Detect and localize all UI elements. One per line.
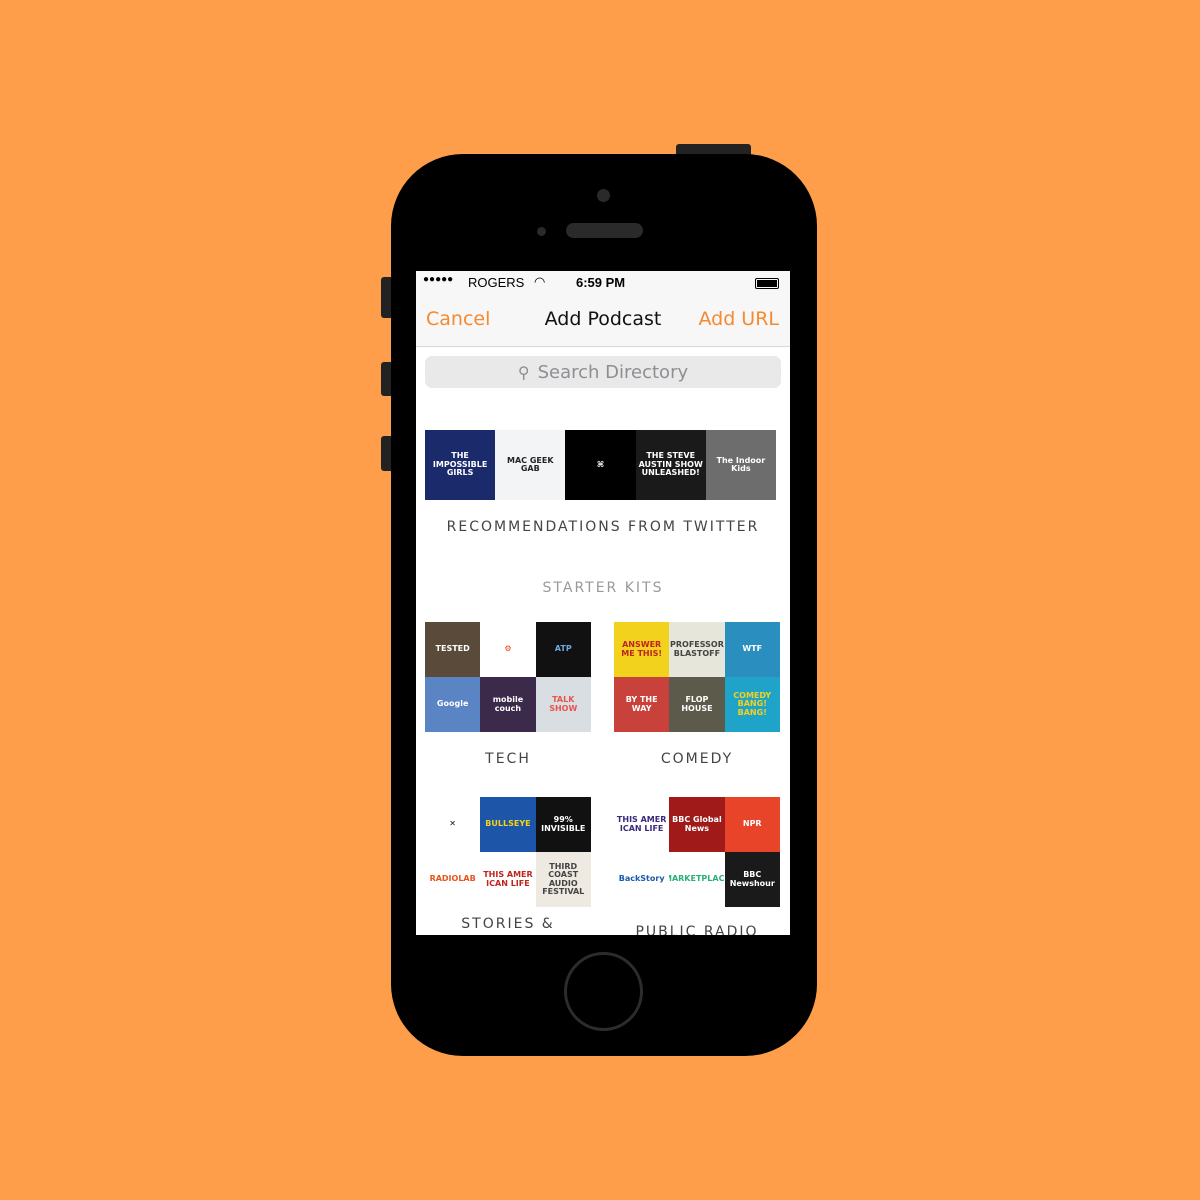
podcast-artwork[interactable]: BY THE WAY	[614, 677, 670, 732]
recommendations-label[interactable]: RECOMMENDATIONS FROM TWITTER	[416, 519, 790, 535]
search-placeholder: Search Directory	[537, 361, 689, 383]
podcast-artwork[interactable]: RADIOLAB	[425, 852, 481, 907]
add-url-button[interactable]: Add URL	[698, 308, 779, 330]
search-icon: ⚲	[517, 362, 530, 382]
podcast-artwork[interactable]: MAC GEEK GAB	[495, 430, 566, 500]
starter-kit-comedy[interactable]: ANSWER ME THIS! PROFESSOR BLASTOFF WTF BY T…	[614, 622, 780, 732]
podcast-artwork[interactable]: WTF	[724, 622, 780, 677]
podcast-artwork[interactable]: BackStory	[614, 852, 670, 907]
carrier: ROGERS	[468, 275, 525, 290]
starter-kit-tech[interactable]: TESTED ⚙ ATP Google mobile couch TALK SHOW	[425, 622, 591, 732]
starter-kits-heading: STARTER KITS	[542, 580, 664, 596]
podcast-artwork[interactable]: mobile couch	[480, 677, 536, 732]
starter-kit-label[interactable]: PUBLIC RADIO	[614, 924, 780, 935]
podcast-artwork[interactable]: BBC Newshour	[724, 852, 780, 907]
podcast-artwork[interactable]: THE IMPOSSIBLE GIRLS	[425, 430, 496, 500]
podcast-artwork[interactable]: ⌘	[565, 430, 636, 500]
podcast-artwork[interactable]: TESTED	[425, 622, 481, 677]
search-input[interactable]: ⚲ Search Directory	[425, 356, 781, 388]
recommendations-strip[interactable]: THE IMPOSSIBLE GIRLS MAC GEEK GAB ⌘ THE STE…	[425, 430, 776, 500]
podcast-artwork[interactable]: NPR	[724, 797, 780, 852]
podcast-artwork[interactable]: ATP	[535, 622, 591, 677]
clock: 6:59 PM	[576, 275, 626, 290]
podcast-artwork[interactable]: MARKETPLACE	[669, 852, 725, 907]
home-button[interactable]	[564, 952, 643, 1031]
podcast-artwork[interactable]: ⚙	[480, 622, 536, 677]
podcast-artwork[interactable]: THIRD COAST AUDIO FESTIVAL	[535, 852, 591, 907]
starter-kit-label[interactable]: TECH	[425, 751, 591, 767]
podcast-artwork[interactable]: 99% INVISIBLE	[535, 797, 591, 852]
podcast-artwork[interactable]: ANSWER ME THIS!	[614, 622, 670, 677]
podcast-artwork[interactable]: TALK SHOW	[535, 677, 591, 732]
starter-kit-label[interactable]: COMEDY	[614, 751, 780, 767]
wifi-icon: ◠	[534, 274, 546, 289]
nav-bar: Cancel Add Podcast Add URL	[416, 295, 790, 347]
starter-kit-public-radio[interactable]: THIS AMER ICAN LIFE BBC Global News NPR Bac…	[614, 797, 780, 907]
podcast-artwork[interactable]: FLOP HOUSE	[669, 677, 725, 732]
signal-icon: ●●●●●	[423, 274, 454, 285]
battery-icon	[755, 278, 779, 289]
podcast-artwork[interactable]: ✕	[425, 797, 481, 852]
speaker	[566, 223, 643, 238]
sensor	[537, 227, 546, 236]
camera	[597, 189, 610, 202]
podcast-artwork[interactable]: Google	[425, 677, 481, 732]
podcast-artwork[interactable]: THE STEVE AUSTIN SHOW UNLEASHED!	[635, 430, 706, 500]
podcast-artwork[interactable]: The Indoor Kids	[705, 430, 776, 500]
podcast-artwork[interactable]: BBC Global News	[669, 797, 725, 852]
podcast-artwork[interactable]: COMEDY BANG! BANG!	[724, 677, 780, 732]
screen: ●●●●● ROGERS ◠ 6:59 PM Cancel Add Podcas…	[416, 271, 790, 935]
status-bar: ●●●●● ROGERS ◠ 6:59 PM	[416, 271, 790, 295]
podcast-artwork[interactable]: THIS AMER ICAN LIFE	[480, 852, 536, 907]
starter-kit-stories[interactable]: ✕ BULLSEYE 99% INVISIBLE RADIOLAB THIS AMER …	[425, 797, 591, 907]
podcast-artwork[interactable]: BULLSEYE	[480, 797, 536, 852]
starter-kit-label[interactable]: STORIES &	[425, 916, 591, 932]
podcast-artwork[interactable]: PROFESSOR BLASTOFF	[669, 622, 725, 677]
podcast-artwork[interactable]: THIS AMER ICAN LIFE	[614, 797, 670, 852]
